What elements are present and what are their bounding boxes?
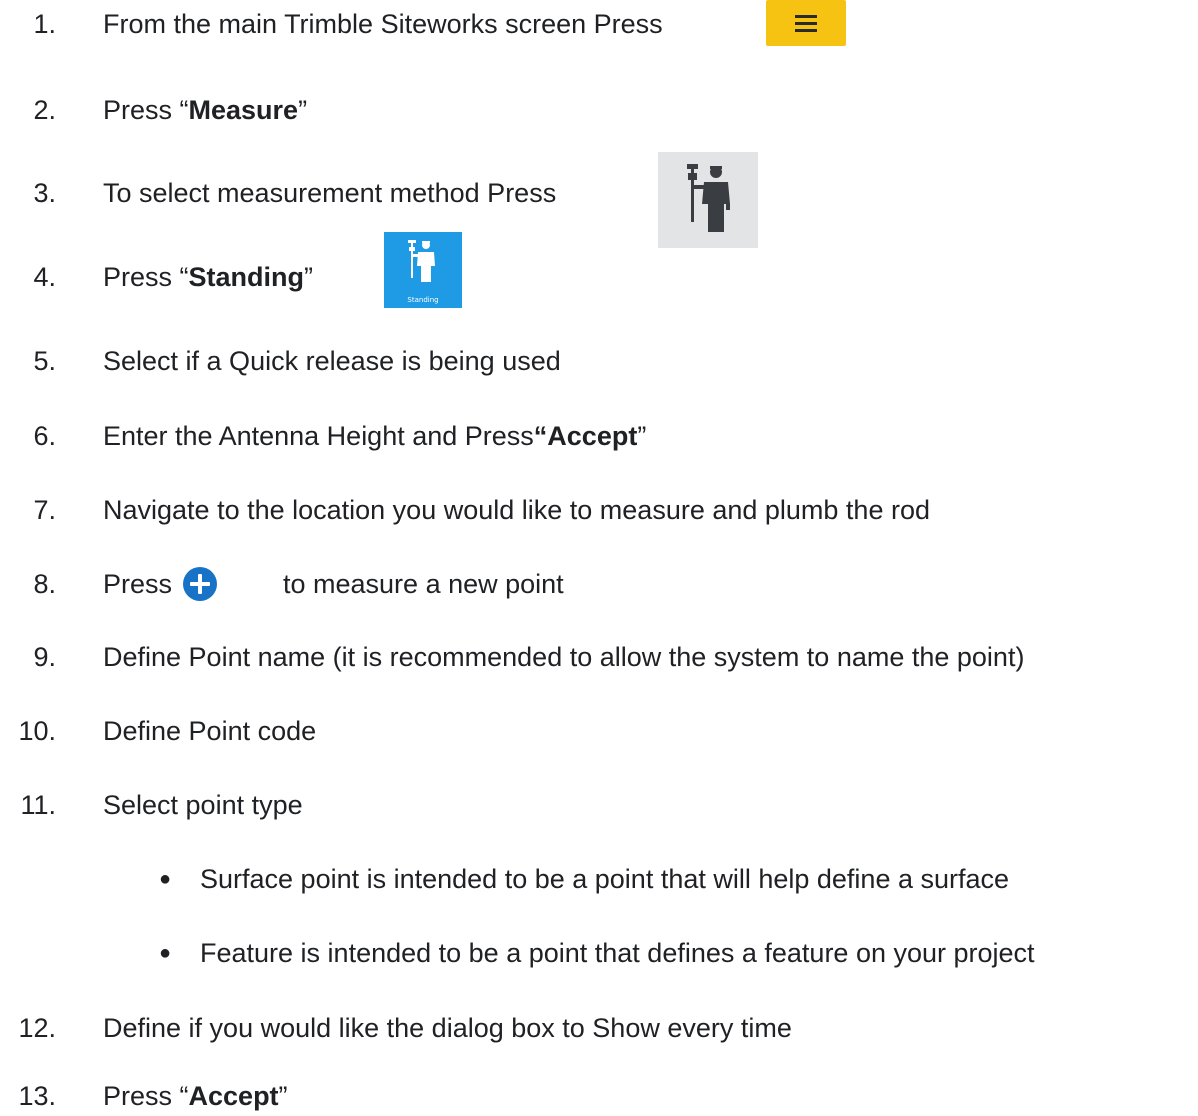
step-number: 10. [18, 715, 56, 746]
step-text: From the main Trimble Siteworks screen P… [103, 8, 663, 39]
step-text-pre: Press “ [103, 1080, 189, 1111]
step-text: Press “Accept” [103, 1076, 288, 1116]
step-text-post: ” [298, 94, 308, 125]
step-12: 12. Define if you would like the dialog … [0, 1008, 791, 1048]
bullet-text: Feature is intended to be a point that d… [200, 937, 1035, 968]
step-7: 7. Navigate to the location you would li… [0, 490, 930, 530]
step-2: 2. Press “Measure” [0, 90, 307, 130]
standing-person-icon: Standing [384, 232, 462, 308]
step-number: 8. [33, 568, 56, 599]
step-number: 5. [33, 345, 56, 376]
step-text: Select point type [103, 789, 303, 820]
step-1: 1. From the main Trimble Siteworks scree… [0, 4, 662, 44]
step-text-post: ” [278, 1080, 288, 1111]
step-text: Press “Measure” [103, 90, 307, 130]
step-text: Enter the Antenna Height and Press “Acce… [103, 416, 646, 456]
bullet-dot: ● [158, 941, 172, 964]
step-number: 1. [33, 8, 56, 39]
step-text-bold: Accept [188, 1080, 279, 1111]
standing-icon-label: Standing [407, 296, 439, 304]
step-text-pre: Enter the Antenna Height and Press [103, 420, 534, 451]
step-text: Navigate to the location you would like … [103, 494, 930, 525]
step-number: 2. [33, 94, 56, 125]
step-3: 3. To select measurement method Press [0, 173, 556, 213]
step-number: 3. [33, 177, 56, 208]
step-text-bold: Measure [188, 94, 299, 125]
bullet-dot: ● [158, 867, 172, 890]
step-number: 13. [18, 1080, 56, 1111]
step-text: Define if you would like the dialog box … [103, 1012, 792, 1043]
step-text: Define Point name (it is recommended to … [103, 641, 1025, 672]
step-text-post: ” [637, 420, 647, 451]
step-9: 9. Define Point name (it is recommended … [0, 637, 1024, 677]
step-11: 11. Select point type [0, 785, 302, 825]
step-text: To select measurement method Press [103, 177, 557, 208]
bullet-text: Surface point is intended to be a point … [200, 863, 1010, 894]
step-text-pre: Press “ [103, 261, 189, 292]
step-text-post: ” [304, 261, 314, 292]
step-13: 13. Press “Accept” [0, 1076, 287, 1116]
step-text-pre: Press “ [103, 94, 189, 125]
step-text-pre: Press [103, 568, 173, 599]
step-number: 12. [18, 1012, 56, 1043]
step-5: 5. Select if a Quick release is being us… [0, 341, 560, 381]
bullet-item: ● Feature is intended to be a point that… [130, 933, 1035, 973]
step-number: 7. [33, 494, 56, 525]
step-text-post: to measure a new point [283, 568, 564, 599]
step-text-bold: “Accept [533, 420, 638, 451]
step-text: Press “Standing” [103, 257, 313, 297]
step-6: 6. Enter the Antenna Height and Press “A… [0, 416, 646, 456]
step-text: Define Point code [103, 715, 317, 746]
bullet-item: ● Surface point is intended to be a poin… [130, 859, 1009, 899]
step-number: 6. [33, 420, 56, 451]
hamburger-menu-icon [766, 0, 846, 46]
measurement-method-person-icon [658, 152, 758, 248]
plus-circle-icon [182, 566, 218, 602]
step-text: Select if a Quick release is being used [103, 345, 561, 376]
step-4: 4. Press “Standing” [0, 257, 313, 297]
step-number: 11. [20, 789, 56, 820]
step-number: 9. [33, 641, 56, 672]
step-text-bold: Standing [188, 261, 305, 292]
step-10: 10. Define Point code [0, 711, 316, 751]
step-number: 4. [33, 261, 56, 292]
step-8: 8. Press to measure a new point [0, 564, 563, 604]
